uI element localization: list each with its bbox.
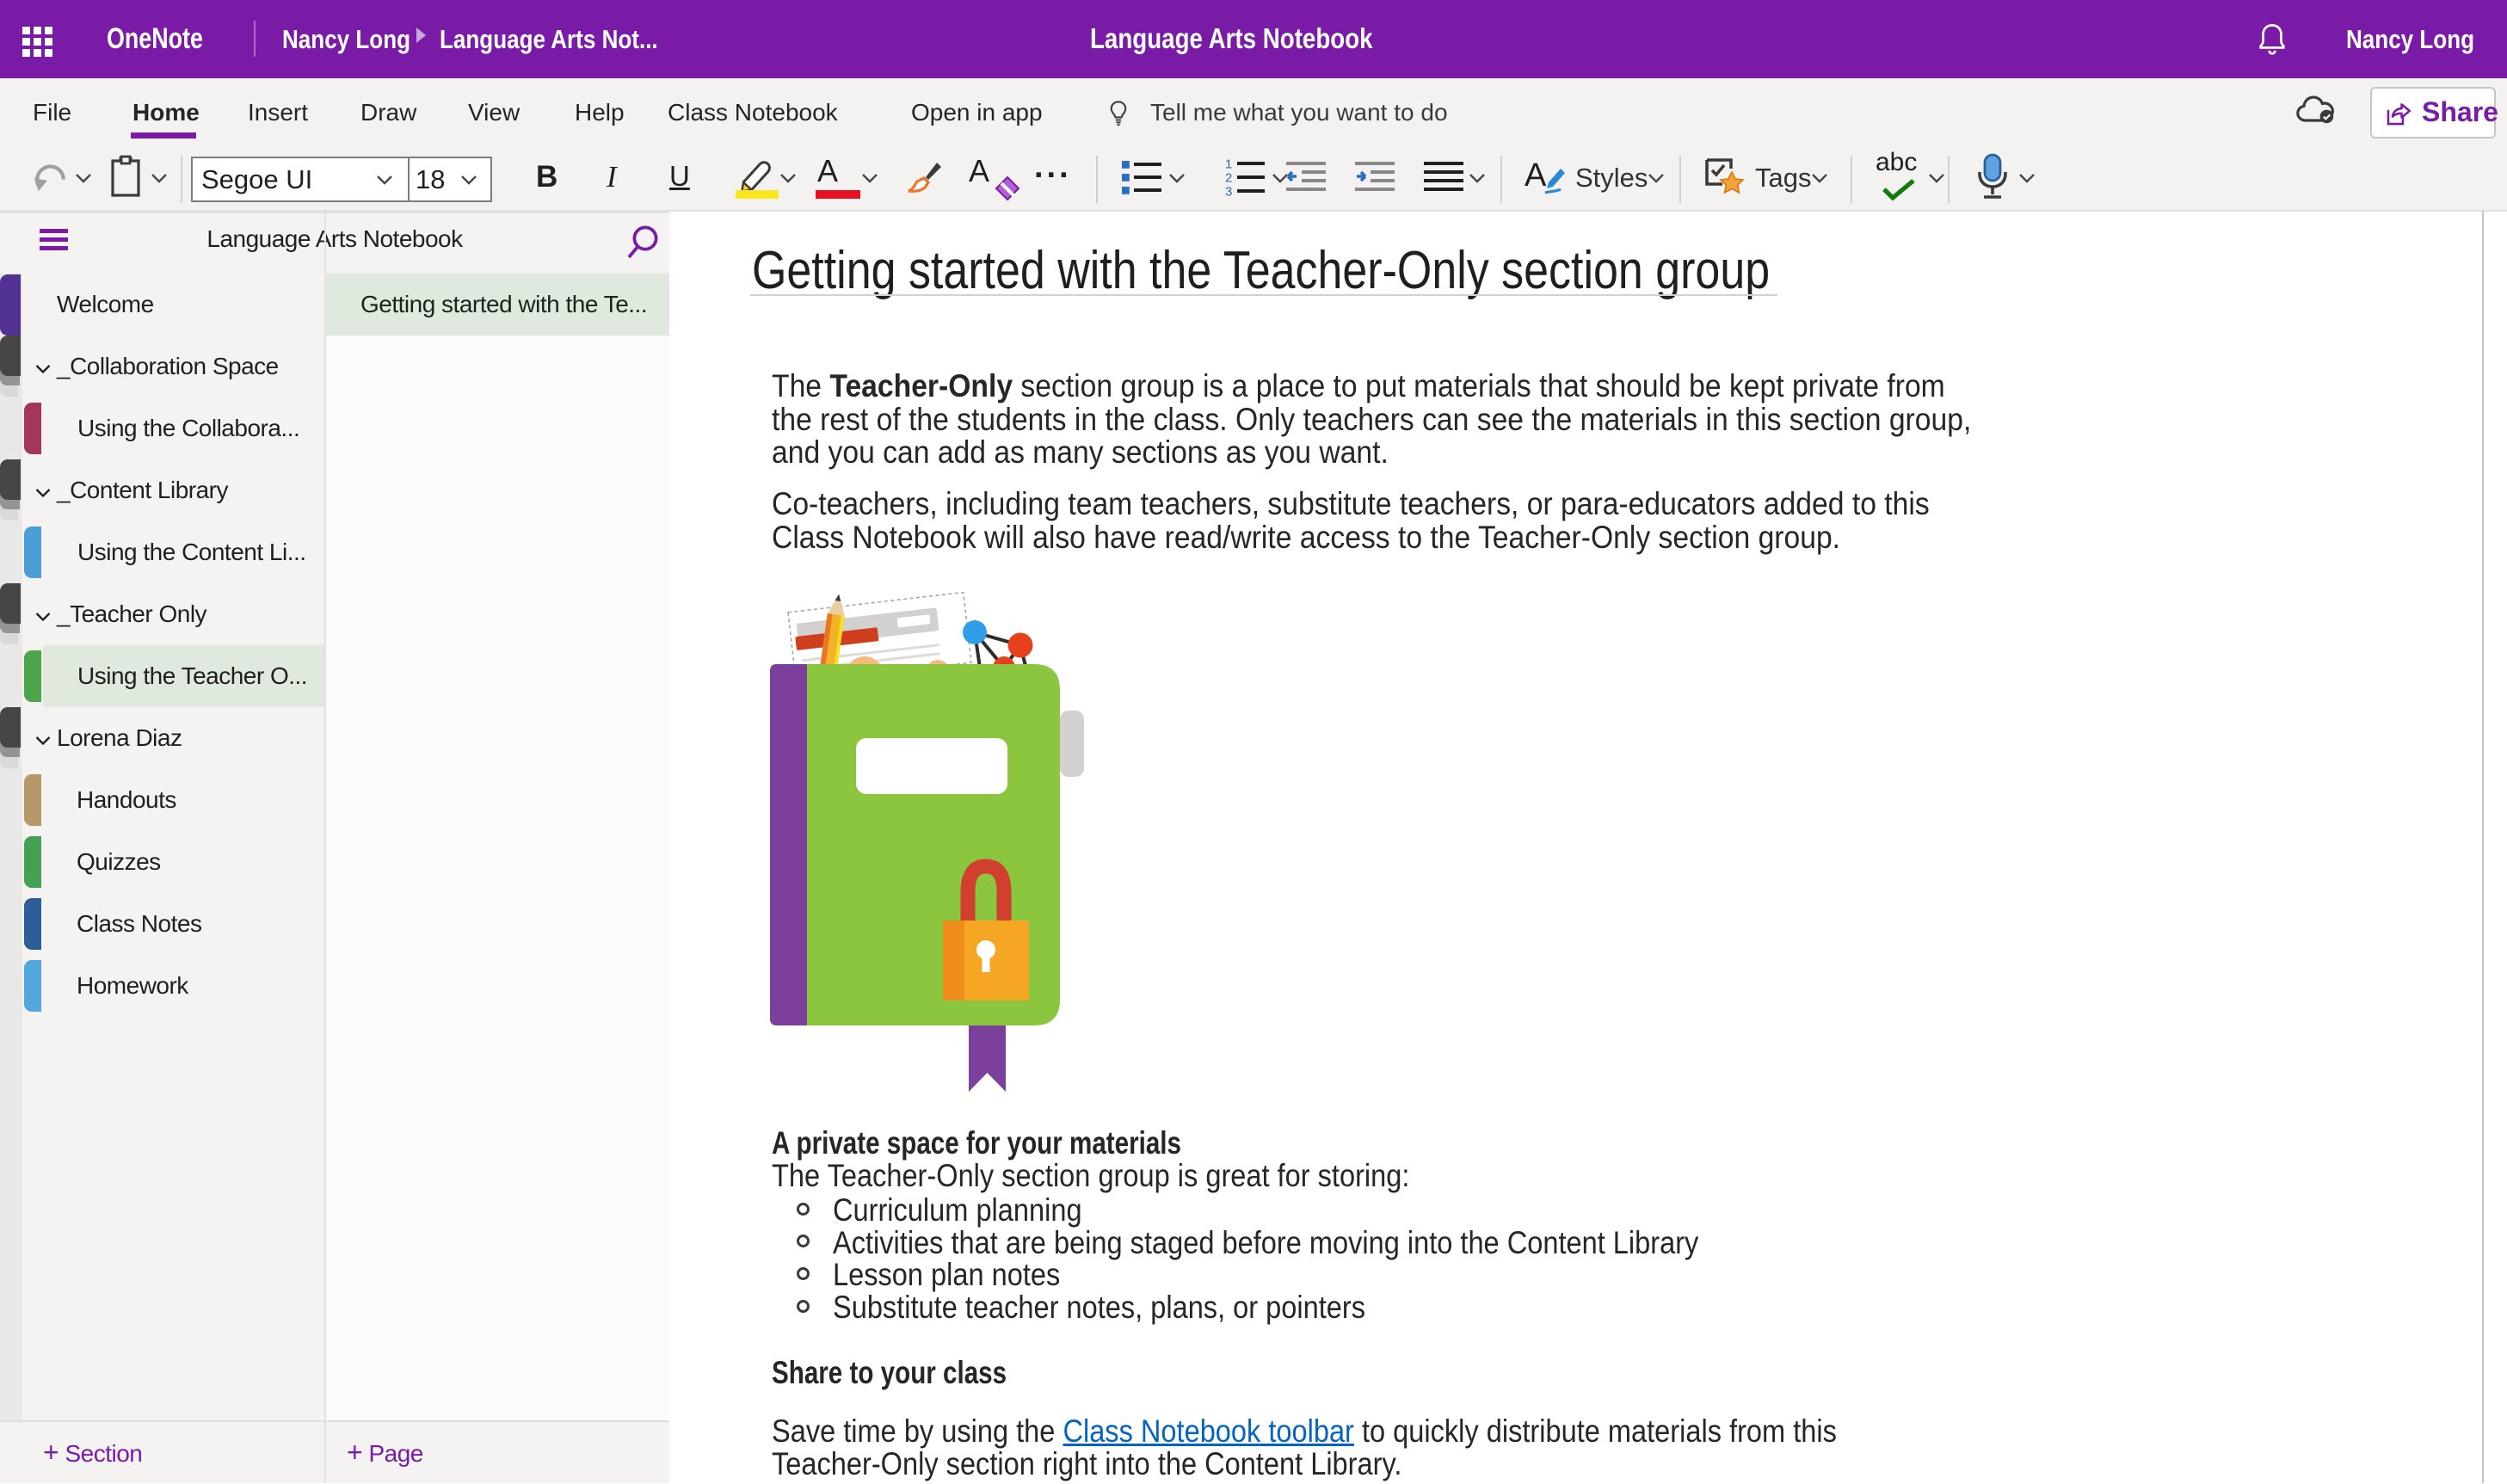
- svg-text:2: 2: [1225, 171, 1232, 186]
- svg-text:3: 3: [1225, 185, 1232, 198]
- svg-text:1: 1: [1225, 157, 1232, 172]
- svg-text:A: A: [1525, 157, 1547, 194]
